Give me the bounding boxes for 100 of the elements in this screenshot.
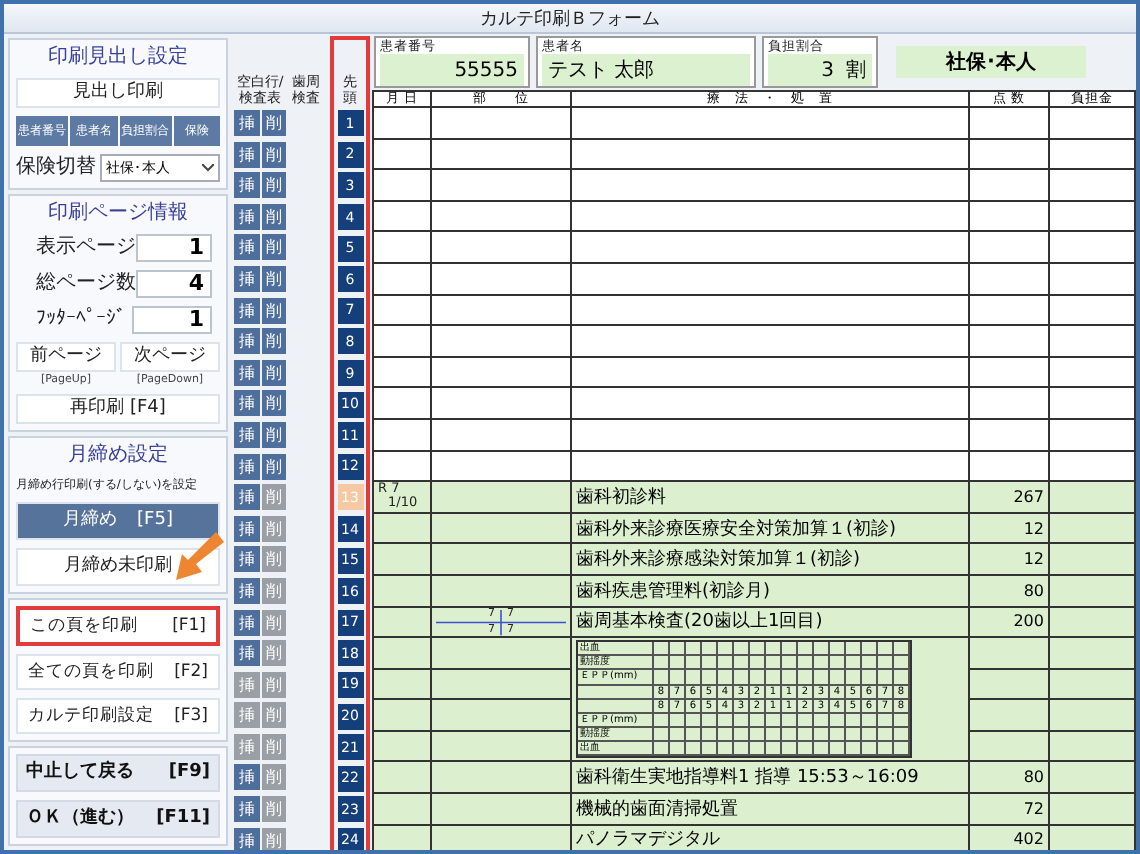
insert-row-button[interactable]: 挿 xyxy=(234,141,259,168)
treatment-cell: 歯科衛生実地指導料1 指導 15:53～16:09 xyxy=(572,762,970,795)
info-label: ﾌｯﾀｰﾍﾟｰｼﾞ xyxy=(36,308,126,332)
site-cell xyxy=(432,575,572,607)
copay-cell xyxy=(1050,482,1136,514)
insert-row-button[interactable]: 挿 xyxy=(234,421,259,448)
copay-cell xyxy=(1050,388,1136,420)
copay-cell xyxy=(1050,607,1136,639)
site-cell xyxy=(432,201,572,233)
delete-row-button[interactable]: 削 xyxy=(261,328,286,355)
points-cell xyxy=(970,419,1050,452)
points-cell: 80 xyxy=(970,575,1050,607)
insert-row-button[interactable]: 挿 xyxy=(234,390,259,417)
copay-cell xyxy=(1050,762,1136,795)
page-nav-button[interactable]: 前ページ xyxy=(16,342,116,372)
copay-cell xyxy=(1050,669,1136,701)
delete-row-button[interactable]: 削 xyxy=(261,297,286,324)
delete-row-button[interactable]: 削 xyxy=(261,172,286,199)
insert-row-button[interactable]: 挿 xyxy=(234,484,259,511)
treatment-cell: 歯周基本検査(20歯以上1回目) xyxy=(572,607,970,639)
section-title: 印刷ページ情報 xyxy=(46,202,190,226)
insert-row-button[interactable]: 挿 xyxy=(234,764,259,791)
points-cell: 80 xyxy=(970,762,1050,795)
points-cell: 12 xyxy=(970,544,1050,576)
points-cell xyxy=(970,326,1050,358)
page-number-field[interactable]: 1 xyxy=(136,234,212,262)
points-cell: 267 xyxy=(970,482,1050,514)
copay-cell xyxy=(1050,638,1136,670)
page-number-field[interactable]: 1 xyxy=(132,306,212,334)
points-cell xyxy=(970,201,1050,233)
site-cell xyxy=(432,451,572,483)
print-action-button[interactable]: カルテ印刷設定 [F3] xyxy=(16,698,220,734)
insert-row-button[interactable]: 挿 xyxy=(234,609,259,635)
insert-row-button[interactable]: 挿 xyxy=(234,328,259,355)
delete-row-button[interactable]: 削 xyxy=(261,421,286,448)
insert-row-button[interactable]: 挿 xyxy=(234,297,259,324)
treatment-cell: 歯科外来診療医療安全対策加算１(初診) xyxy=(572,513,970,545)
site-cell xyxy=(432,295,572,327)
copay-cell xyxy=(1050,263,1136,296)
insert-row-button[interactable]: 挿 xyxy=(234,640,259,667)
insert-row-button[interactable]: 挿 xyxy=(234,359,259,386)
pointer-arrow xyxy=(176,532,224,580)
site-cell xyxy=(432,357,572,389)
copay-cell xyxy=(1050,544,1136,576)
copay-cell xyxy=(1050,170,1136,202)
treatment-cell: 機械的歯面清掃処置 xyxy=(572,794,970,826)
insert-row-button[interactable]: 挿 xyxy=(234,453,259,480)
points-cell: 72 xyxy=(970,794,1050,826)
insert-row-button[interactable]: 挿 xyxy=(234,546,259,573)
print-action-button[interactable]: 全ての頁を印刷 [F2] xyxy=(16,654,220,690)
treatment-cell: 歯科初診料 xyxy=(572,482,970,514)
copay-cell xyxy=(1050,108,1136,140)
insurance-label: 保険切替 xyxy=(16,156,96,180)
delete-row-button[interactable]: 削 xyxy=(261,234,286,261)
print-heading-button[interactable]: 見出し印刷 xyxy=(16,78,220,108)
points-cell: 12 xyxy=(970,513,1050,545)
delete-row-button[interactable]: 削 xyxy=(261,110,286,136)
insert-row-button[interactable]: 挿 xyxy=(234,796,259,823)
copay-cell xyxy=(1050,700,1136,732)
site-cell xyxy=(432,263,572,296)
site-cell xyxy=(432,762,572,795)
site-cell xyxy=(432,388,572,420)
copay-cell xyxy=(1050,451,1136,483)
month-end-option[interactable]: 月締め未印刷 xyxy=(16,548,220,586)
insert-row-button[interactable]: 挿 xyxy=(234,265,259,292)
insert-row-button[interactable]: 挿 xyxy=(234,110,259,136)
insert-row-button[interactable]: 挿 xyxy=(234,515,259,542)
delete-row-button[interactable]: 削 xyxy=(261,390,286,417)
delete-row-button[interactable]: 削 xyxy=(261,265,286,292)
delete-row-button[interactable]: 削 xyxy=(261,203,286,230)
delete-row-button[interactable]: 削 xyxy=(261,359,286,386)
insert-row-button[interactable]: 挿 xyxy=(234,234,259,261)
insert-row-button[interactable]: 挿 xyxy=(234,577,259,604)
footer-button[interactable]: ＯＫ（進む） [F11] xyxy=(16,800,220,838)
window-title: カルテ印刷Ｂフォーム xyxy=(4,4,1136,34)
insert-row-button[interactable]: 挿 xyxy=(234,203,259,230)
points-cell xyxy=(970,357,1050,389)
site-cell xyxy=(432,419,572,452)
info-label: 総ページ数 xyxy=(36,272,136,296)
copay-cell xyxy=(1050,794,1136,826)
insert-row-button[interactable]: 挿 xyxy=(234,827,259,850)
copay-cell xyxy=(1050,357,1136,389)
print-action-button[interactable]: この頁を印刷 [F1] xyxy=(16,606,220,646)
footer-button[interactable]: 中止して戻る [F9] xyxy=(16,754,220,792)
page-nav-button[interactable]: 次ページ xyxy=(120,342,220,372)
month-end-option[interactable]: 月締め [F5] xyxy=(16,502,220,540)
reprint-button[interactable]: 再印刷 [F4] xyxy=(16,394,220,424)
copay-cell xyxy=(1050,731,1136,763)
points-cell xyxy=(970,263,1050,296)
points-cell xyxy=(970,388,1050,420)
site-cell xyxy=(432,232,572,264)
page-number-field[interactable]: 4 xyxy=(136,270,212,298)
info-label: 表示ページ xyxy=(36,236,136,260)
copay-cell xyxy=(1050,326,1136,358)
delete-row-button[interactable]: 削 xyxy=(261,141,286,168)
copay-cell xyxy=(1050,575,1136,607)
delete-row-button[interactable]: 削 xyxy=(261,453,286,480)
insert-row-button[interactable]: 挿 xyxy=(234,172,259,199)
points-cell xyxy=(970,295,1050,327)
insurance-type: 社保･本人 xyxy=(896,46,1086,78)
